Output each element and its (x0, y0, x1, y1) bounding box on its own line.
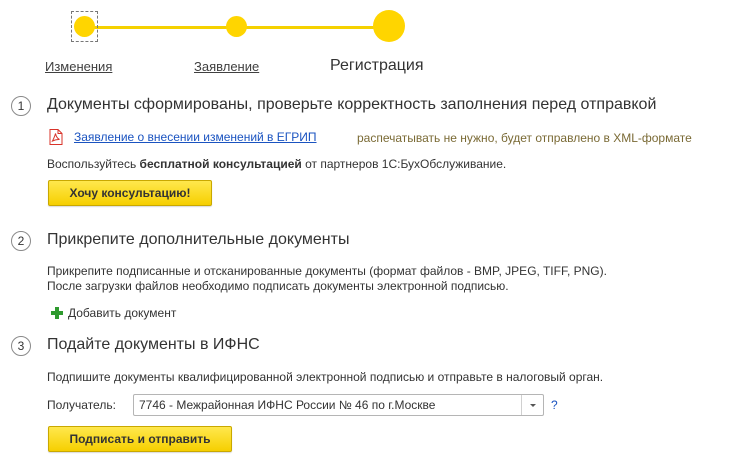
consultation-text-after: от партнеров 1С:БухОбслуживание. (301, 157, 507, 171)
step-registration-label: Регистрация (330, 57, 424, 74)
step-changes-link[interactable]: Изменения (45, 59, 112, 74)
add-document-button[interactable]: Добавить документ (51, 305, 176, 321)
consultation-text-before: Воспользуйтесь (47, 157, 140, 171)
recipient-label: Получатель: (47, 398, 116, 412)
section-title: Документы сформированы, проверьте коррек… (47, 96, 657, 113)
plus-icon (51, 307, 63, 319)
step-dot-registration (373, 10, 405, 42)
sign-and-send-button[interactable]: Подписать и отправить (48, 426, 232, 452)
section-number: 1 (11, 96, 31, 116)
section-title: Прикрепите дополнительные документы (47, 231, 350, 248)
document-link[interactable]: Заявление о внесении изменений в ЕГРИП (74, 130, 317, 144)
step-dot-changes[interactable] (74, 16, 95, 37)
attach-instruction-line-1: Прикрепите подписанные и отсканированные… (47, 264, 607, 278)
step-application-link[interactable]: Заявление (194, 59, 259, 74)
add-document-label: Добавить документ (68, 306, 177, 320)
submit-instruction: Подпишите документы квалифицированной эл… (47, 370, 604, 384)
section-title: Подайте документы в ИФНС (47, 336, 260, 353)
section-number: 2 (11, 231, 31, 251)
step-dot-application[interactable] (226, 16, 247, 37)
help-icon[interactable]: ? (551, 398, 558, 412)
recipient-select[interactable]: 7746 - Межрайонная ИФНС России № 46 по г… (133, 394, 544, 416)
consultation-button[interactable]: Хочу консультацию! (48, 180, 212, 206)
section-number: 3 (11, 336, 31, 356)
consultation-text-bold: бесплатной консультацией (139, 157, 302, 171)
chevron-down-icon[interactable] (521, 395, 543, 415)
document-note: распечатывать не нужно, будет отправлено… (357, 131, 692, 145)
recipient-value: 7746 - Межрайонная ИФНС России № 46 по г… (139, 398, 436, 412)
pdf-icon (49, 129, 63, 145)
consultation-text: Воспользуйтесь бесплатной консультацией … (47, 157, 506, 171)
attach-instruction-line-2: После загрузки файлов необходимо подписа… (47, 279, 509, 293)
